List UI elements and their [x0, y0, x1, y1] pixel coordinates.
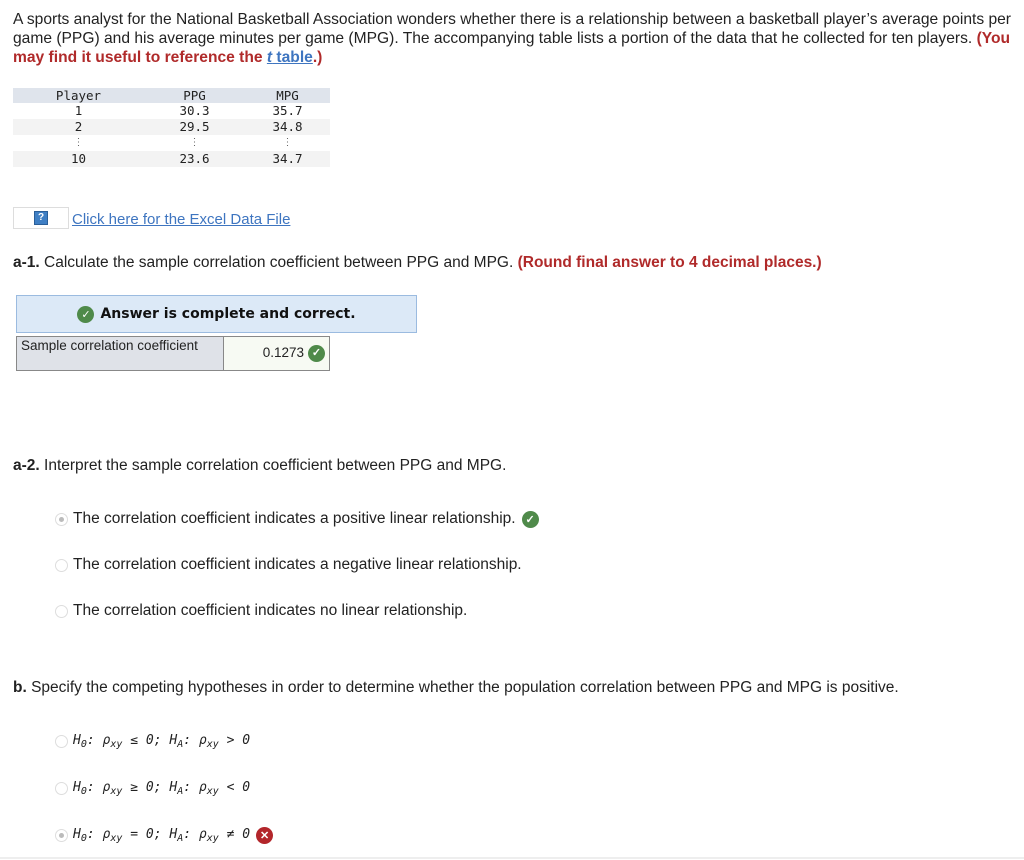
a2-option-negative[interactable]: The correlation coefficient indicates a … — [55, 556, 522, 574]
answer-status-banner: ✓ Answer is complete and correct. — [16, 295, 417, 333]
b-option-lower-tailed[interactable]: H0: ρxy ≥ 0; HA: ρxy < 0 — [55, 780, 250, 797]
rounding-hint: (Round final answer to 4 decimal places.… — [517, 254, 822, 271]
intro-text: A sports analyst for the National Basket… — [13, 11, 1011, 47]
table-header-row: Player PPG MPG — [13, 88, 330, 103]
radio-button[interactable] — [55, 604, 68, 618]
check-circle-icon: ✓ — [308, 345, 325, 362]
question-b-label: b. — [13, 679, 27, 696]
hypothesis-text: H0: ρxy ≤ 0; HA: ρxy > 0 — [73, 733, 251, 750]
question-b: b. Specify the competing hypotheses in o… — [13, 679, 899, 696]
table-row: 10 23.6 34.7 — [13, 151, 330, 167]
answer-status-text: Answer is complete and correct. — [100, 306, 356, 322]
answer-table: Sample correlation coefficient 0.1273 ✓ — [16, 336, 330, 371]
answer-row: Sample correlation coefficient 0.1273 ✓ — [16, 336, 330, 371]
t-table-link[interactable]: t table — [267, 49, 313, 66]
excel-data-link[interactable]: Click here for the Excel Data File — [72, 210, 290, 229]
a2-option-none[interactable]: The correlation coefficient indicates no… — [55, 602, 467, 620]
header-ppg: PPG — [144, 88, 245, 103]
header-player: Player — [13, 88, 144, 103]
check-circle-icon: ✓ — [521, 510, 539, 528]
bottom-divider — [0, 857, 1024, 859]
check-circle-icon: ✓ — [77, 305, 95, 323]
radio-button-selected[interactable] — [55, 512, 68, 526]
table-row: 1 30.3 35.7 — [74, 103, 303, 118]
b-option-two-tailed[interactable]: H0: ρxy = 0; HA: ρxy ≠ 0 ✕ — [55, 827, 274, 844]
radio-button-selected[interactable] — [55, 829, 68, 842]
question-a1: a-1. Calculate the sample correlation co… — [13, 254, 822, 271]
question-a2: a-2. Interpret the sample correlation co… — [13, 457, 507, 474]
sample-correlation-label: Sample correlation coefficient — [16, 336, 224, 371]
radio-button[interactable] — [55, 782, 68, 795]
question-a1-label: a-1. — [13, 254, 40, 271]
excel-data-row: ? Click here for the Excel Data File — [13, 207, 290, 229]
sample-correlation-value: 0.1273 — [262, 345, 304, 361]
data-table: Player PPG MPG 1 30.3 35.7 2 29.5 34.8 ⋮… — [13, 88, 330, 167]
problem-intro: A sports analyst for the National Basket… — [13, 10, 1018, 67]
a2-option-positive[interactable]: The correlation coefficient indicates a … — [55, 510, 539, 528]
sample-correlation-field[interactable]: 0.1273 ✓ — [223, 336, 330, 371]
question-icon: ? — [34, 211, 48, 225]
radio-button[interactable] — [55, 735, 68, 748]
help-button[interactable]: ? — [13, 207, 69, 229]
header-mpg: MPG — [245, 88, 330, 103]
question-a2-label: a-2. — [13, 457, 40, 474]
table-row: 2 29.5 34.8 — [13, 119, 330, 135]
hypothesis-text: H0: ρxy = 0; HA: ρxy ≠ 0 — [73, 827, 251, 844]
hypothesis-text: H0: ρxy ≥ 0; HA: ρxy < 0 — [73, 780, 251, 797]
table-row-ellipsis: ⋮ ⋮ ⋮ — [73, 137, 293, 148]
x-circle-icon: ✕ — [256, 827, 274, 844]
b-option-upper-tailed[interactable]: H0: ρxy ≤ 0; HA: ρxy > 0 — [55, 733, 250, 750]
radio-button[interactable] — [55, 558, 68, 572]
